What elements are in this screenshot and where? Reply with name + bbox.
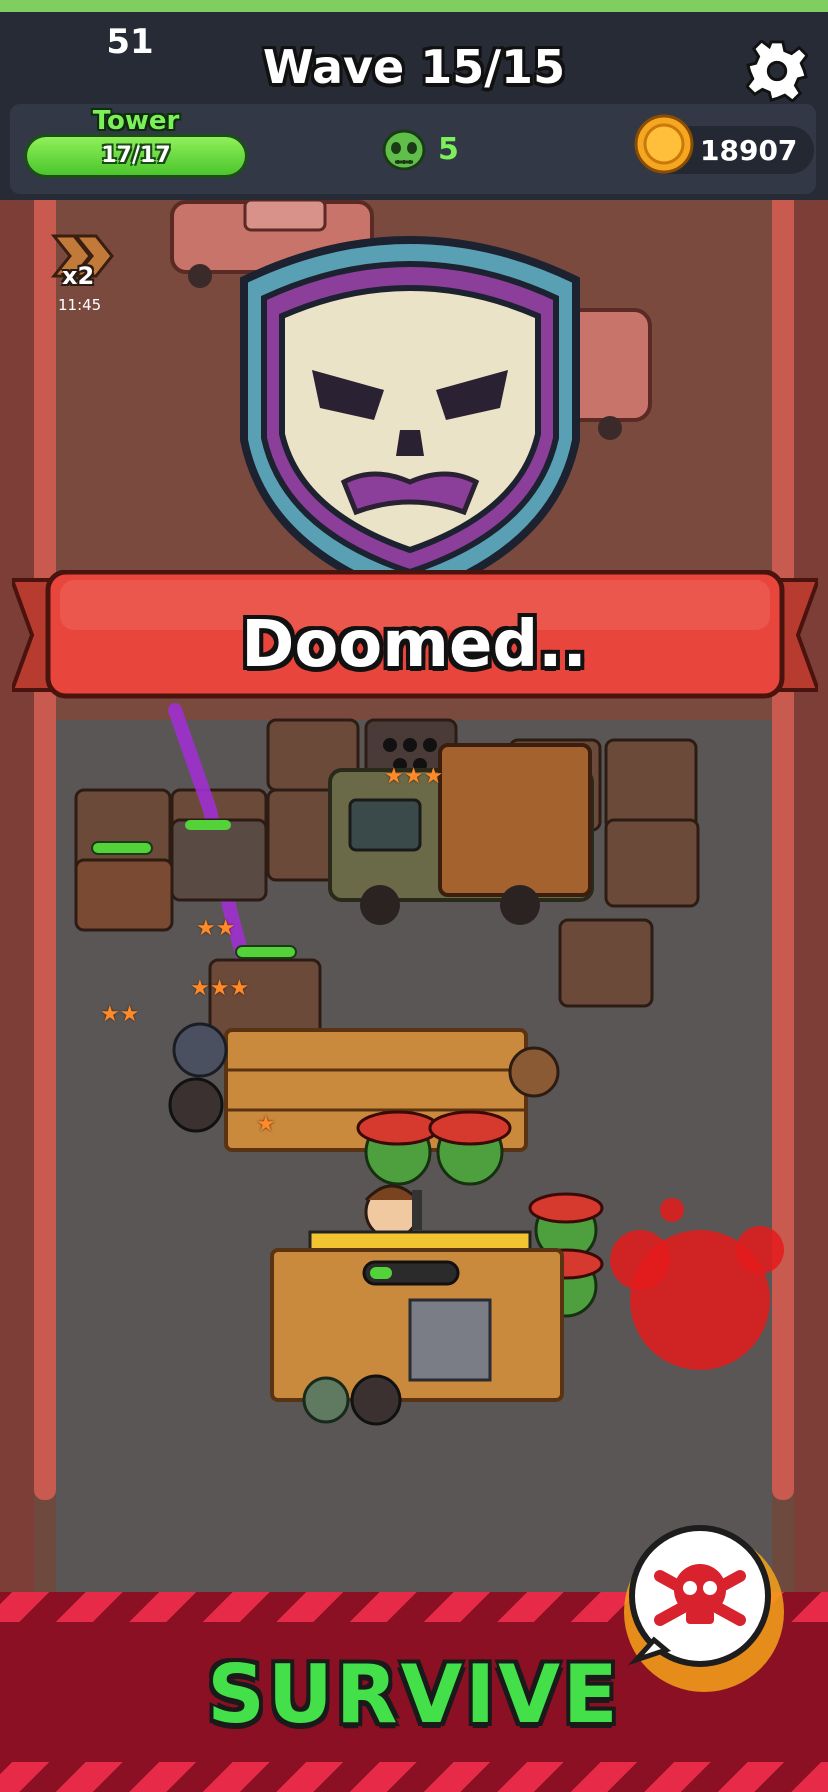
gold-coin-icon [634,114,694,174]
armored-truck [328,743,594,925]
wave-title: Wave 15/15 [262,40,566,94]
barricade-lower [270,1230,564,1426]
cannon-unit [170,818,268,902]
tower-label: Tower [92,106,180,136]
blood-splatter [610,1198,784,1370]
game-field[interactable]: ★★★ ★★ ★★★ ★★ ★ x2 11:45 Doomed.. [0,200,828,1592]
tower-health-value: 17/17 [101,143,171,168]
hud-panel: 17/17 Tower 5 18907 [10,104,816,194]
stars-row-1: ★★★ [384,764,444,789]
coin-count: 18907 [700,134,798,167]
zombie-head-icon [382,129,426,171]
settings-gear-icon[interactable] [746,40,808,102]
stars-unit-c: ★★ [100,1002,140,1027]
top-progress-strip [0,0,828,12]
zombie-count: 5 [438,132,459,167]
top-hud: 51 Wave 15/15 17/17 Tower 5 18907 [0,12,828,200]
tower-health-bar: 17/17 [24,134,248,178]
stars-unit-a: ★★ [196,916,236,941]
speed-multiplier: x2 [62,262,95,290]
stars-unit-d: ★ [256,1112,276,1137]
doom-skull-emblem [240,236,580,600]
skull-crossbones-button-icon[interactable] [596,1500,796,1700]
stripes-bottom [0,1762,828,1792]
speed-timer: 11:45 [58,296,102,314]
status-text: Doomed.. [241,608,587,682]
stars-unit-b: ★★★ [190,976,250,1001]
